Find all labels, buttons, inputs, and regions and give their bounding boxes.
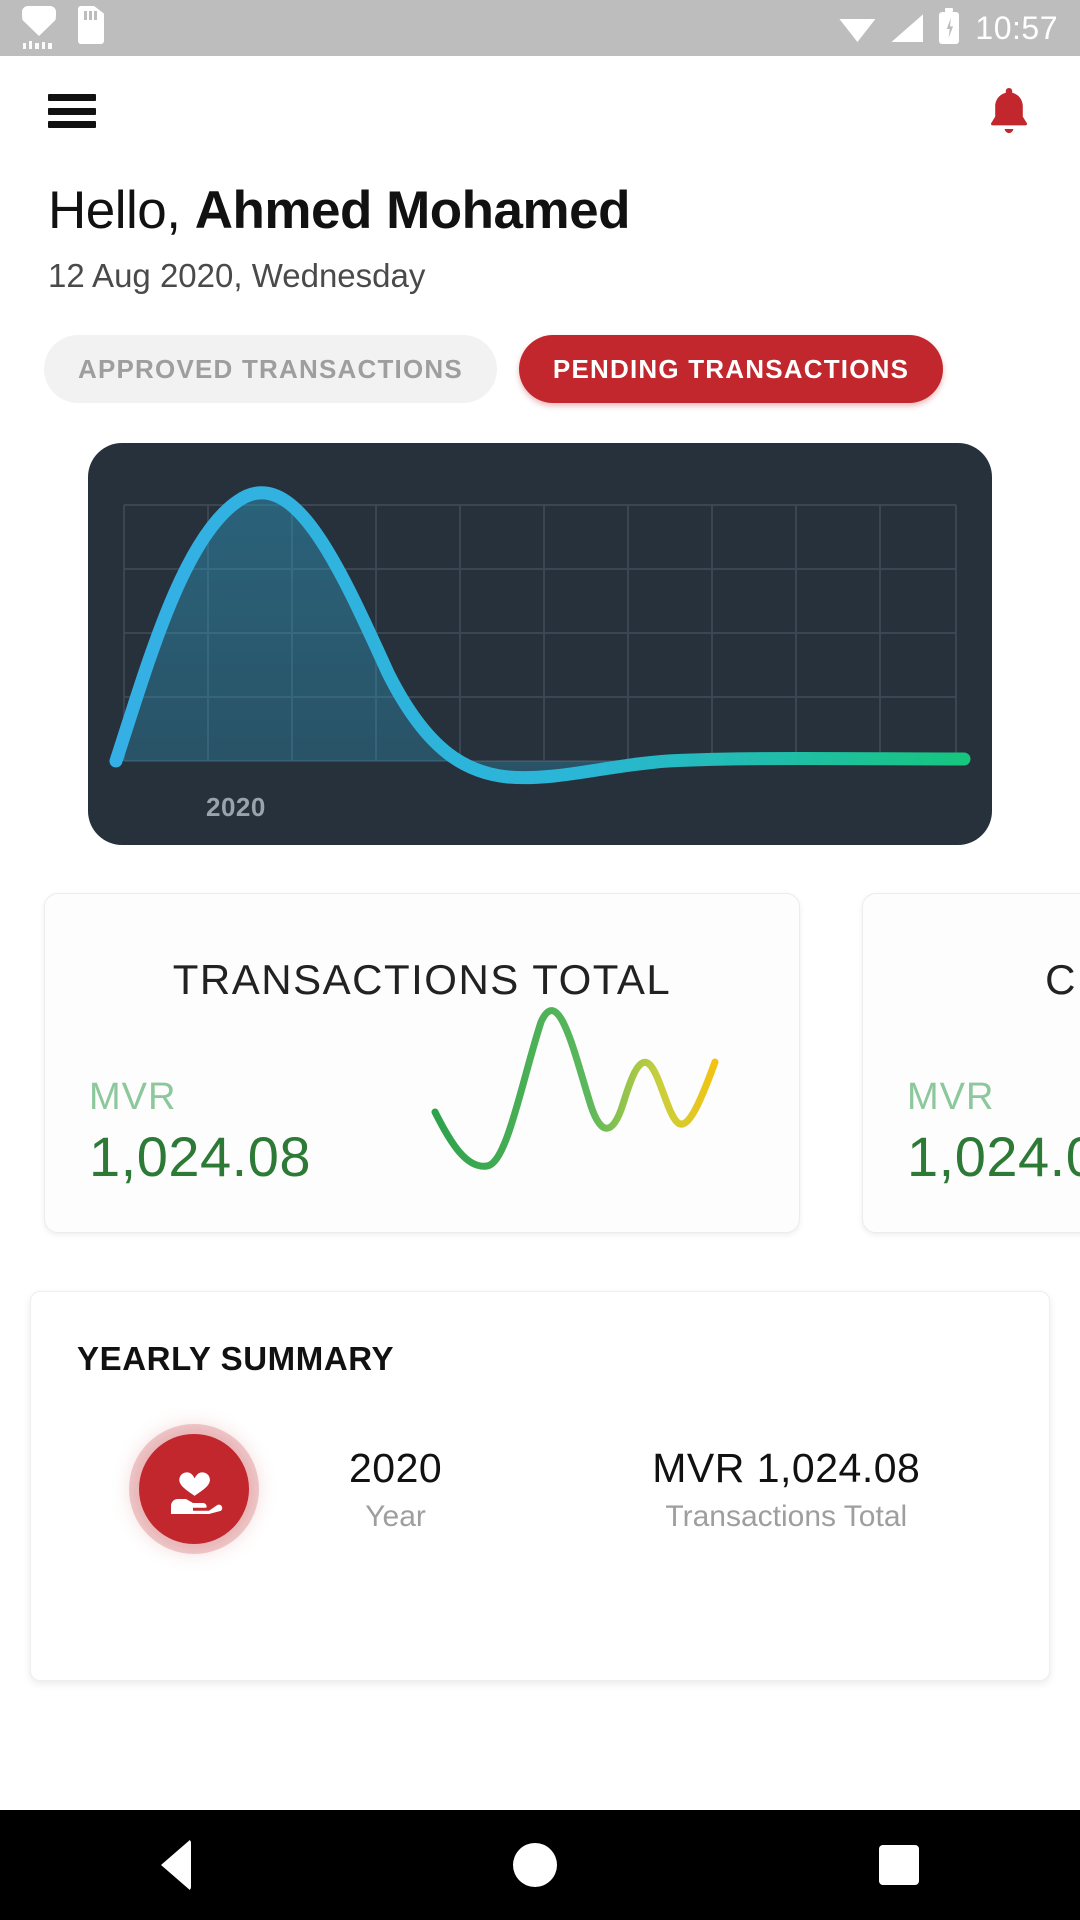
yearly-summary-card[interactable]: YEARLY SUMMARY 2020 Year MVR 1,024.08 Tr… bbox=[30, 1291, 1050, 1681]
stat-card-current-month-total[interactable]: CURRENT MONTH TOTAL MVR 1,024.08 bbox=[862, 893, 1080, 1233]
android-nav-bar bbox=[0, 1810, 1080, 1920]
yearly-summary-section: YEARLY SUMMARY 2020 Year MVR 1,024.08 Tr… bbox=[0, 1233, 1080, 1681]
back-triangle-icon[interactable] bbox=[161, 1839, 191, 1891]
greeting-salutation: Hello, bbox=[48, 181, 181, 240]
summary-total-column: MVR 1,024.08 Transactions Total bbox=[652, 1445, 920, 1534]
heart-in-hand-icon bbox=[139, 1434, 249, 1544]
stat-cards-row: TRANSACTIONS TOTAL MVR 1,024.08 CU bbox=[0, 845, 1080, 1233]
hamburger-menu-icon[interactable] bbox=[48, 94, 96, 128]
stat-card-title-line1: CURRENT MONTH bbox=[1045, 956, 1080, 1003]
stat-card-title: TRANSACTIONS TOTAL bbox=[172, 956, 672, 1003]
summary-year-value: 2020 bbox=[349, 1444, 443, 1491]
app-bar bbox=[0, 56, 1080, 166]
summary-year-column: 2020 Year bbox=[349, 1445, 442, 1534]
wifi-icon bbox=[839, 19, 876, 42]
summary-total-value: MVR 1,024.08 bbox=[652, 1444, 921, 1491]
stat-amount: 1,024.08 bbox=[907, 1124, 1080, 1188]
recents-square-icon[interactable] bbox=[879, 1845, 919, 1885]
page-title: Hello, Ahmed Mohamed bbox=[0, 166, 1080, 241]
bell-icon[interactable] bbox=[986, 85, 1032, 137]
sd-card-icon bbox=[78, 6, 104, 44]
transaction-tabs: APPROVED TRANSACTIONS PENDING TRANSACTIO… bbox=[0, 295, 1080, 403]
status-bar-right-icons: 10:57 bbox=[839, 8, 1058, 47]
stat-currency: MVR bbox=[907, 1075, 995, 1118]
summary-year-label: Year bbox=[365, 1499, 426, 1533]
stat-currency: MVR bbox=[89, 1075, 177, 1118]
stat-card-transactions-total[interactable]: TRANSACTIONS TOTAL MVR 1,024.08 bbox=[44, 893, 800, 1233]
transactions-trend-chart[interactable]: 2020 bbox=[88, 443, 992, 845]
stat-amount: 1,024.08 bbox=[89, 1124, 311, 1188]
chart-section: 2020 bbox=[0, 403, 1080, 845]
cellular-signal-icon bbox=[891, 14, 924, 42]
current-date: 12 Aug 2020, Wednesday bbox=[48, 257, 426, 294]
status-bar-left-icons bbox=[22, 6, 104, 50]
home-circle-icon[interactable] bbox=[513, 1843, 557, 1887]
yearly-summary-heading: YEARLY SUMMARY bbox=[77, 1340, 395, 1377]
chart-area-fill bbox=[116, 492, 964, 778]
status-bar-clock: 10:57 bbox=[975, 9, 1058, 46]
summary-total-label: Transactions Total bbox=[665, 1499, 908, 1533]
chart-x-axis-label: 2020 bbox=[206, 792, 266, 822]
yearly-summary-row: 2020 Year MVR 1,024.08 Transactions Tota… bbox=[77, 1434, 1003, 1544]
shield-heart-icon bbox=[22, 6, 56, 50]
stat-sparkline bbox=[431, 1007, 719, 1170]
stat-card-body: MVR 1,024.08 bbox=[863, 1072, 1080, 1190]
stat-card-title-line2: TOTAL bbox=[863, 1004, 1080, 1058]
chart-canvas bbox=[109, 486, 971, 785]
status-bar: 10:57 bbox=[0, 0, 1080, 56]
greeting-user-name: Ahmed Mohamed bbox=[194, 181, 631, 240]
tab-approved-transactions[interactable]: APPROVED TRANSACTIONS bbox=[44, 335, 497, 403]
stat-card-body: MVR 1,024.08 bbox=[45, 994, 799, 1190]
tab-pending-transactions[interactable]: PENDING TRANSACTIONS bbox=[518, 335, 944, 403]
battery-charging-icon bbox=[939, 8, 960, 44]
